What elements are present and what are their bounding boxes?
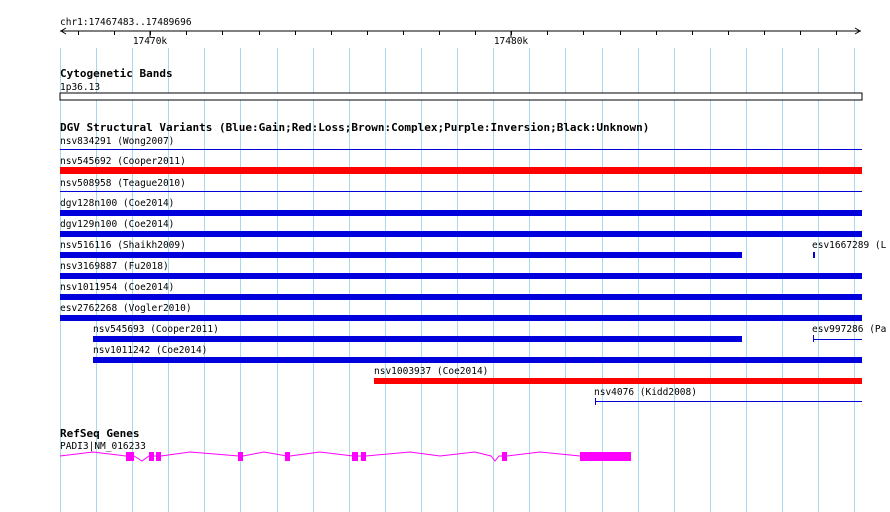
variant-feature[interactable]: nsv545692 (Cooper2011) bbox=[60, 156, 862, 174]
variant-label: nsv1003937 (Coe2014) bbox=[374, 366, 488, 377]
variant-bar bbox=[60, 167, 862, 174]
variant-bar bbox=[60, 252, 742, 258]
variant-bar bbox=[93, 357, 862, 363]
variant-bar bbox=[60, 273, 862, 279]
ruler-tick-label: 17480k bbox=[494, 36, 529, 47]
variant-label: dgv129n100 (Coe2014) bbox=[60, 219, 174, 230]
cytoband-track[interactable]: Cytogenetic Bands 1p36.13 bbox=[59, 67, 863, 101]
gene-exon bbox=[126, 452, 134, 461]
variant-feature[interactable]: dgv128n100 (Coe2014) bbox=[60, 198, 862, 216]
gene-exon bbox=[502, 452, 507, 461]
ruler-tick-label: 17470k bbox=[133, 36, 168, 47]
refseq-track[interactable]: RefSeq Genes PADI3|NM_016233 bbox=[59, 427, 631, 462]
ruler-minor-ticks bbox=[78, 31, 837, 35]
dgv-track-title: DGV Structural Variants (Blue:Gain;Red:L… bbox=[60, 121, 649, 134]
variant-label: nsv545692 (Cooper2011) bbox=[60, 156, 186, 167]
gene-exon bbox=[352, 452, 358, 461]
variant-bar bbox=[60, 231, 862, 237]
gene-exon bbox=[149, 452, 154, 461]
cytoband-track-title: Cytogenetic Bands bbox=[60, 67, 173, 80]
genome-browser-view: chr1:17467483..17489696 17470k 17480k Cy… bbox=[59, 17, 887, 512]
gene-exon bbox=[580, 452, 631, 461]
gene-exon bbox=[156, 452, 161, 461]
variant-label: dgv128n100 (Coe2014) bbox=[60, 198, 174, 209]
variant-bar bbox=[813, 252, 815, 258]
variant-bar bbox=[93, 336, 742, 342]
variant-label: nsv516116 (Shaikh2009) bbox=[60, 240, 186, 251]
variant-label: esv1667289 (L bbox=[812, 240, 887, 251]
grid-lines bbox=[60, 48, 855, 512]
variant-bar bbox=[60, 210, 862, 216]
variant-feature[interactable]: nsv1003937 (Coe2014) bbox=[374, 366, 862, 384]
variant-bar bbox=[374, 378, 862, 384]
cytoband-label: 1p36.13 bbox=[60, 82, 100, 93]
gene-exon bbox=[238, 452, 243, 461]
variant-feature[interactable]: nsv1011954 (Coe2014) bbox=[60, 282, 862, 300]
variant-label: nsv1011954 (Coe2014) bbox=[60, 282, 174, 293]
variant-bar bbox=[60, 315, 862, 321]
variant-feature[interactable]: esv997286 (Pa bbox=[812, 324, 886, 342]
variant-feature[interactable]: nsv545693 (Cooper2011) bbox=[93, 324, 742, 342]
gene-label: PADI3|NM_016233 bbox=[60, 441, 146, 452]
variant-label: nsv4076 (Kidd2008) bbox=[594, 387, 697, 398]
variant-feature[interactable]: nsv508958 (Teague2010) bbox=[60, 178, 862, 192]
variant-bar bbox=[60, 294, 862, 300]
variant-label: nsv834291 (Wong2007) bbox=[60, 136, 174, 147]
gene-model[interactable] bbox=[59, 451, 631, 462]
variant-label: esv997286 (Pa bbox=[812, 324, 886, 335]
variant-feature[interactable]: nsv4076 (Kidd2008) bbox=[594, 387, 862, 405]
variant-label: nsv1011242 (Coe2014) bbox=[93, 345, 207, 356]
dgv-track[interactable]: DGV Structural Variants (Blue:Gain;Red:L… bbox=[60, 121, 887, 405]
variant-feature[interactable]: nsv516116 (Shaikh2009) bbox=[60, 240, 742, 258]
variant-feature[interactable]: nsv3169887 (Fu2018) bbox=[60, 261, 862, 279]
gene-exon bbox=[285, 452, 290, 461]
variant-feature[interactable]: esv1667289 (L bbox=[812, 240, 887, 258]
variant-label: esv2762268 (Vogler2010) bbox=[60, 303, 192, 314]
ruler-track[interactable]: chr1:17467483..17489696 17470k 17480k bbox=[60, 17, 861, 47]
refseq-track-title: RefSeq Genes bbox=[60, 427, 139, 440]
variant-feature[interactable]: dgv129n100 (Coe2014) bbox=[60, 219, 862, 237]
variant-feature[interactable]: esv2762268 (Vogler2010) bbox=[60, 303, 862, 321]
variant-feature[interactable]: nsv834291 (Wong2007) bbox=[60, 136, 862, 150]
gene-exon bbox=[361, 452, 366, 461]
variant-label: nsv545693 (Cooper2011) bbox=[93, 324, 219, 335]
variant-label: nsv3169887 (Fu2018) bbox=[60, 261, 169, 272]
ruler-coordinates: chr1:17467483..17489696 bbox=[60, 17, 192, 28]
variant-label: nsv508958 (Teague2010) bbox=[60, 178, 186, 189]
cytoband-bar bbox=[59, 92, 863, 101]
